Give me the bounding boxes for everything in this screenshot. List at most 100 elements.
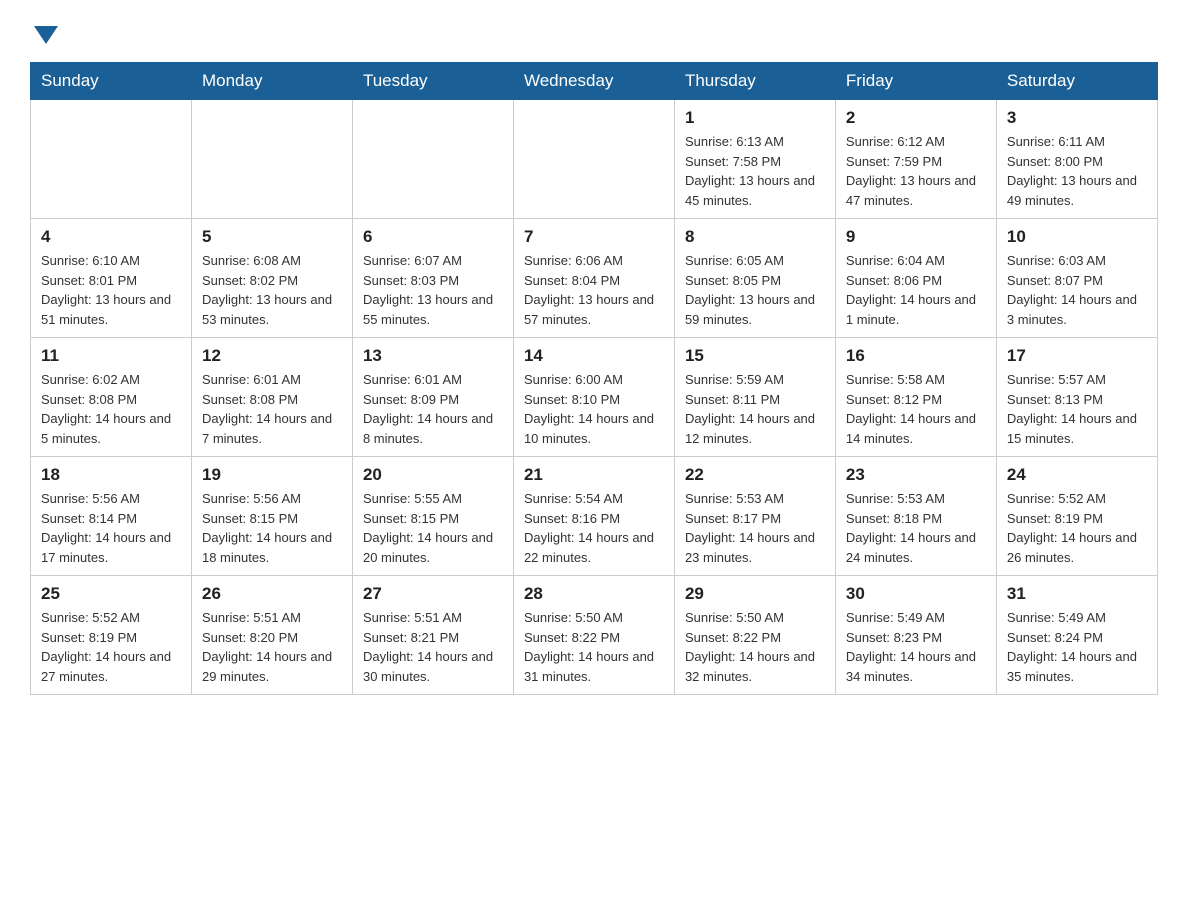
day-number: 9	[846, 227, 986, 247]
day-number: 3	[1007, 108, 1147, 128]
weekday-header-wednesday: Wednesday	[513, 63, 674, 100]
calendar-cell: 29 Sunrise: 5:50 AMSunset: 8:22 PMDayligh…	[674, 576, 835, 695]
day-number: 8	[685, 227, 825, 247]
calendar-cell: 10Sunrise: 6:03 AMSunset: 8:07 PMDayligh…	[996, 219, 1157, 338]
calendar-cell: 24 Sunrise: 5:52 AMSunset: 8:19 PMDayligh…	[996, 457, 1157, 576]
calendar-cell: 4 Sunrise: 6:10 AMSunset: 8:01 PMDaylight…	[31, 219, 192, 338]
day-number: 6	[363, 227, 503, 247]
day-number: 23	[846, 465, 986, 485]
calendar-cell: 27 Sunrise: 5:51 AMSunset: 8:21 PMDayligh…	[352, 576, 513, 695]
logo	[30, 20, 58, 44]
day-info: Sunrise: 5:50 AMSunset: 8:22 PMDaylight:…	[524, 608, 664, 686]
day-info: Sunrise: 6:05 AMSunset: 8:05 PMDaylight:…	[685, 251, 825, 329]
day-info: Sunrise: 6:12 AMSunset: 7:59 PMDaylight:…	[846, 132, 986, 210]
calendar-cell: 18Sunrise: 5:56 AMSunset: 8:14 PMDayligh…	[31, 457, 192, 576]
calendar-cell: 15 Sunrise: 5:59 AMSunset: 8:11 PMDayligh…	[674, 338, 835, 457]
day-info: Sunrise: 6:13 AMSunset: 7:58 PMDaylight:…	[685, 132, 825, 210]
calendar-body: 1 Sunrise: 6:13 AMSunset: 7:58 PMDaylight…	[31, 100, 1158, 695]
day-number: 15	[685, 346, 825, 366]
calendar-cell: 25Sunrise: 5:52 AMSunset: 8:19 PMDayligh…	[31, 576, 192, 695]
calendar-cell	[352, 100, 513, 219]
calendar-cell: 2 Sunrise: 6:12 AMSunset: 7:59 PMDaylight…	[835, 100, 996, 219]
calendar-cell	[513, 100, 674, 219]
day-info: Sunrise: 6:03 AMSunset: 8:07 PMDaylight:…	[1007, 251, 1147, 329]
day-number: 28	[524, 584, 664, 604]
day-number: 21	[524, 465, 664, 485]
day-number: 7	[524, 227, 664, 247]
calendar-cell: 6 Sunrise: 6:07 AMSunset: 8:03 PMDaylight…	[352, 219, 513, 338]
calendar-week-row-1: 1 Sunrise: 6:13 AMSunset: 7:58 PMDaylight…	[31, 100, 1158, 219]
day-number: 29	[685, 584, 825, 604]
calendar-cell: 17Sunrise: 5:57 AMSunset: 8:13 PMDayligh…	[996, 338, 1157, 457]
day-number: 16	[846, 346, 986, 366]
day-number: 26	[202, 584, 342, 604]
calendar-cell: 30 Sunrise: 5:49 AMSunset: 8:23 PMDayligh…	[835, 576, 996, 695]
calendar-table: SundayMondayTuesdayWednesdayThursdayFrid…	[30, 62, 1158, 695]
day-number: 14	[524, 346, 664, 366]
day-info: Sunrise: 5:56 AMSunset: 8:14 PMDaylight:…	[41, 489, 181, 567]
logo-arrow-icon	[34, 26, 58, 44]
calendar-cell: 21 Sunrise: 5:54 AMSunset: 8:16 PMDayligh…	[513, 457, 674, 576]
weekday-header-row: SundayMondayTuesdayWednesdayThursdayFrid…	[31, 63, 1158, 100]
calendar-cell: 20 Sunrise: 5:55 AMSunset: 8:15 PMDayligh…	[352, 457, 513, 576]
day-number: 19	[202, 465, 342, 485]
day-number: 13	[363, 346, 503, 366]
calendar-cell: 31Sunrise: 5:49 AMSunset: 8:24 PMDayligh…	[996, 576, 1157, 695]
page-header	[30, 20, 1158, 44]
calendar-cell: 11Sunrise: 6:02 AMSunset: 8:08 PMDayligh…	[31, 338, 192, 457]
calendar-cell: 16 Sunrise: 5:58 AMSunset: 8:12 PMDayligh…	[835, 338, 996, 457]
day-number: 4	[41, 227, 181, 247]
day-info: Sunrise: 6:02 AMSunset: 8:08 PMDaylight:…	[41, 370, 181, 448]
weekday-header-saturday: Saturday	[996, 63, 1157, 100]
day-info: Sunrise: 5:58 AMSunset: 8:12 PMDaylight:…	[846, 370, 986, 448]
weekday-header-friday: Friday	[835, 63, 996, 100]
weekday-header-sunday: Sunday	[31, 63, 192, 100]
day-info: Sunrise: 5:49 AMSunset: 8:23 PMDaylight:…	[846, 608, 986, 686]
day-info: Sunrise: 5:52 AMSunset: 8:19 PMDaylight:…	[1007, 489, 1147, 567]
day-number: 24	[1007, 465, 1147, 485]
calendar-cell: 12 Sunrise: 6:01 AMSunset: 8:08 PMDayligh…	[191, 338, 352, 457]
calendar-cell: 3 Sunrise: 6:11 AMSunset: 8:00 PMDaylight…	[996, 100, 1157, 219]
day-info: Sunrise: 5:50 AMSunset: 8:22 PMDaylight:…	[685, 608, 825, 686]
calendar-week-row-2: 4 Sunrise: 6:10 AMSunset: 8:01 PMDaylight…	[31, 219, 1158, 338]
day-number: 30	[846, 584, 986, 604]
day-info: Sunrise: 5:51 AMSunset: 8:21 PMDaylight:…	[363, 608, 503, 686]
day-info: Sunrise: 6:10 AMSunset: 8:01 PMDaylight:…	[41, 251, 181, 329]
calendar-cell: 1 Sunrise: 6:13 AMSunset: 7:58 PMDaylight…	[674, 100, 835, 219]
day-info: Sunrise: 5:54 AMSunset: 8:16 PMDaylight:…	[524, 489, 664, 567]
day-number: 27	[363, 584, 503, 604]
calendar-cell: 13 Sunrise: 6:01 AMSunset: 8:09 PMDayligh…	[352, 338, 513, 457]
day-info: Sunrise: 6:01 AMSunset: 8:08 PMDaylight:…	[202, 370, 342, 448]
calendar-cell: 9 Sunrise: 6:04 AMSunset: 8:06 PMDaylight…	[835, 219, 996, 338]
day-info: Sunrise: 6:01 AMSunset: 8:09 PMDaylight:…	[363, 370, 503, 448]
calendar-cell: 19 Sunrise: 5:56 AMSunset: 8:15 PMDayligh…	[191, 457, 352, 576]
day-info: Sunrise: 5:56 AMSunset: 8:15 PMDaylight:…	[202, 489, 342, 567]
day-info: Sunrise: 5:51 AMSunset: 8:20 PMDaylight:…	[202, 608, 342, 686]
day-number: 25	[41, 584, 181, 604]
day-number: 5	[202, 227, 342, 247]
day-info: Sunrise: 6:11 AMSunset: 8:00 PMDaylight:…	[1007, 132, 1147, 210]
day-number: 2	[846, 108, 986, 128]
day-info: Sunrise: 5:49 AMSunset: 8:24 PMDaylight:…	[1007, 608, 1147, 686]
day-info: Sunrise: 5:53 AMSunset: 8:17 PMDaylight:…	[685, 489, 825, 567]
day-info: Sunrise: 5:57 AMSunset: 8:13 PMDaylight:…	[1007, 370, 1147, 448]
day-number: 12	[202, 346, 342, 366]
calendar-cell: 7 Sunrise: 6:06 AMSunset: 8:04 PMDaylight…	[513, 219, 674, 338]
day-info: Sunrise: 6:04 AMSunset: 8:06 PMDaylight:…	[846, 251, 986, 329]
calendar-cell: 23Sunrise: 5:53 AMSunset: 8:18 PMDayligh…	[835, 457, 996, 576]
calendar-week-row-3: 11Sunrise: 6:02 AMSunset: 8:08 PMDayligh…	[31, 338, 1158, 457]
calendar-cell: 22 Sunrise: 5:53 AMSunset: 8:17 PMDayligh…	[674, 457, 835, 576]
calendar-cell: 5 Sunrise: 6:08 AMSunset: 8:02 PMDaylight…	[191, 219, 352, 338]
day-info: Sunrise: 5:59 AMSunset: 8:11 PMDaylight:…	[685, 370, 825, 448]
calendar-cell	[191, 100, 352, 219]
calendar-cell: 14Sunrise: 6:00 AMSunset: 8:10 PMDayligh…	[513, 338, 674, 457]
day-number: 22	[685, 465, 825, 485]
day-info: Sunrise: 5:55 AMSunset: 8:15 PMDaylight:…	[363, 489, 503, 567]
weekday-header-monday: Monday	[191, 63, 352, 100]
calendar-cell	[31, 100, 192, 219]
day-info: Sunrise: 6:07 AMSunset: 8:03 PMDaylight:…	[363, 251, 503, 329]
day-number: 20	[363, 465, 503, 485]
day-info: Sunrise: 6:08 AMSunset: 8:02 PMDaylight:…	[202, 251, 342, 329]
day-number: 1	[685, 108, 825, 128]
day-info: Sunrise: 6:06 AMSunset: 8:04 PMDaylight:…	[524, 251, 664, 329]
